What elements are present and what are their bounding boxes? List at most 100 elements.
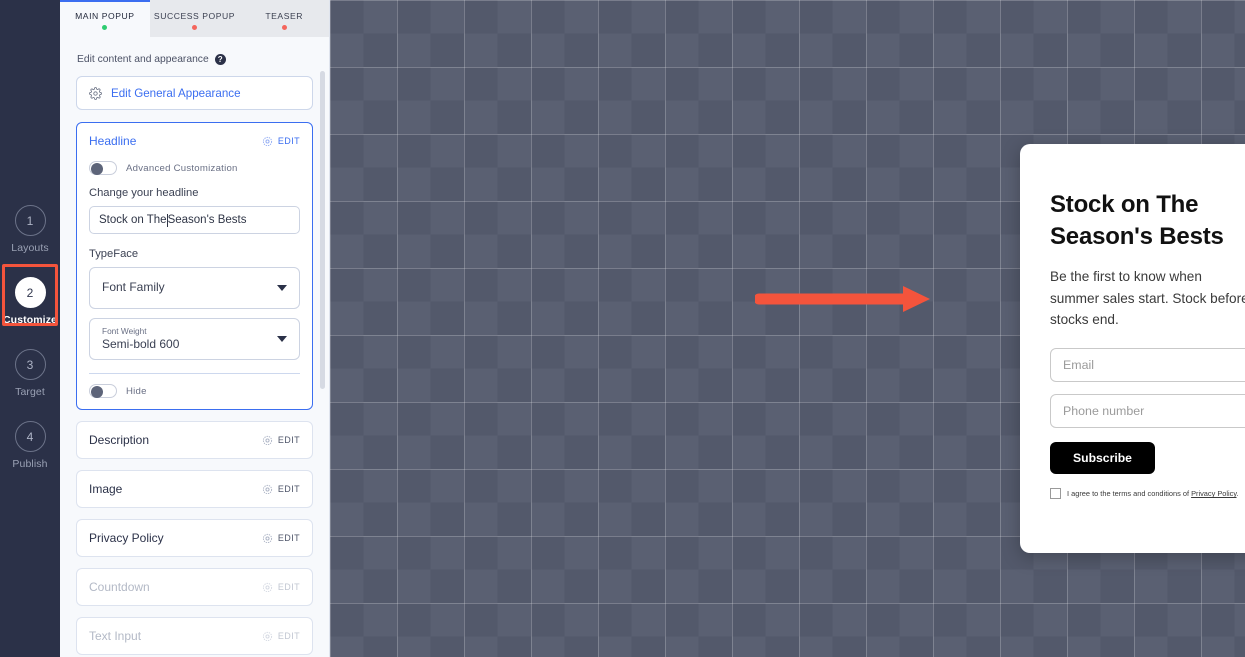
card-privacy-policy[interactable]: Privacy Policy EDIT — [76, 519, 313, 557]
step-number-4: 4 — [14, 421, 46, 452]
card-text-input-edit-label: EDIT — [277, 631, 300, 641]
popup-consent-row: I agree to the terms and conditions of P… — [1050, 488, 1245, 500]
typeface-label: TypeFace — [89, 248, 139, 260]
card-image[interactable]: Image EDIT — [76, 470, 313, 508]
toggle-knob — [91, 163, 103, 175]
card-countdown-edit-button[interactable]: EDIT — [262, 582, 300, 593]
font-family-value: Font Family — [102, 280, 165, 295]
step-number-1: 1 — [14, 205, 46, 236]
font-family-select[interactable]: Font Family — [89, 267, 300, 309]
annotation-arrow-icon — [755, 286, 930, 312]
gear-icon — [89, 86, 102, 100]
editor-panel: MAIN POPUP SUCCESS POPUP TEASER Edit con… — [60, 0, 330, 657]
edit-general-appearance-label: Edit General Appearance — [111, 86, 241, 100]
card-image-row[interactable]: Image EDIT — [77, 471, 312, 507]
gear-icon — [262, 631, 272, 641]
hide-label: Hide — [126, 385, 147, 397]
preview-canvas: Stock on The Season's Bests Be the first… — [330, 0, 1245, 657]
card-privacy-policy-edit-label: EDIT — [277, 533, 300, 543]
tab-main-popup-label: MAIN POPUP — [75, 10, 135, 21]
headline-input[interactable]: Stock on The Season's Bests — [89, 206, 300, 234]
step-label-publish: Publish — [12, 458, 48, 470]
tab-main-popup[interactable]: MAIN POPUP — [60, 0, 150, 37]
popup-builder-app: 1 Layouts 2 Customize 3 Target 4 Publish… — [0, 0, 1245, 657]
step-item-publish[interactable]: 4 Publish — [0, 421, 60, 493]
status-dot-icon-main — [102, 24, 108, 30]
step-label-customize: Customize — [3, 314, 57, 326]
card-countdown[interactable]: Countdown EDIT — [76, 568, 313, 606]
chevron-down-icon — [277, 336, 287, 342]
card-privacy-policy-edit-button[interactable]: EDIT — [262, 533, 300, 544]
card-countdown-edit-label: EDIT — [277, 582, 300, 592]
status-dot-icon-teaser — [281, 24, 287, 30]
card-headline-edit-label: EDIT — [277, 136, 300, 146]
popup-email-input[interactable]: Email — [1050, 348, 1245, 383]
font-weight-select[interactable]: Font Weight Semi-bold 600 — [89, 318, 300, 360]
card-text-input-edit-button[interactable]: EDIT — [262, 631, 300, 642]
edit-general-appearance-button[interactable]: Edit General Appearance — [76, 76, 313, 110]
hide-row: Hide — [89, 374, 300, 409]
step-number-2: 2 — [14, 277, 46, 308]
hide-toggle[interactable] — [89, 384, 117, 398]
status-dot-icon-success — [192, 24, 197, 30]
popup-description: Be the first to know when summer sales s… — [1050, 269, 1245, 327]
tab-teaser-label: TEASER — [265, 10, 304, 21]
tab-success-popup-label: SUCCESS POPUP — [153, 10, 236, 21]
popup-headline: Stock on The Season's Bests — [1050, 191, 1224, 250]
card-text-input-title: Text Input — [89, 629, 142, 643]
headline-input-value-before: Stock on The — [99, 214, 167, 226]
card-headline-content: Advanced Customization Change your headl… — [77, 159, 312, 409]
advanced-customization-row: Advanced Customization — [89, 159, 300, 187]
card-image-edit-label: EDIT — [277, 484, 300, 494]
card-headline-edit-button[interactable]: EDIT — [262, 136, 300, 147]
step-label-target: Target — [15, 386, 45, 398]
popup-privacy-policy-link[interactable]: Privacy Policy — [1191, 489, 1236, 498]
card-privacy-policy-row[interactable]: Privacy Policy EDIT — [77, 520, 312, 556]
panel-scrollbar[interactable] — [320, 71, 325, 389]
step-item-layouts[interactable]: 1 Layouts — [0, 205, 60, 277]
popup-consent-text: I agree to the terms and conditions of P… — [1067, 489, 1239, 498]
step-number-3: 3 — [14, 349, 46, 380]
tab-success-popup[interactable]: SUCCESS POPUP — [149, 0, 240, 37]
popup-phone-input[interactable]: Phone number — [1050, 394, 1245, 429]
step-item-target[interactable]: 3 Target — [0, 349, 60, 421]
advanced-customization-label: Advanced Customization — [126, 162, 238, 174]
card-image-edit-button[interactable]: EDIT — [262, 484, 300, 495]
gear-icon — [262, 582, 272, 592]
font-family-texts: Font Family — [102, 280, 165, 296]
font-weight-value: Semi-bold 600 — [102, 336, 180, 351]
toggle-knob — [91, 386, 103, 398]
step-rail: 1 Layouts 2 Customize 3 Target 4 Publish — [0, 0, 60, 657]
card-image-title: Image — [89, 482, 123, 496]
card-text-input-row[interactable]: Text Input EDIT — [77, 618, 312, 654]
advanced-customization-toggle[interactable] — [89, 161, 117, 175]
popup-phone-placeholder: Phone number — [1063, 404, 1145, 419]
card-countdown-title: Countdown — [89, 580, 150, 594]
card-description-row[interactable]: Description EDIT — [77, 422, 312, 458]
panel-body: Edit content and appearance ? Edit Gener… — [60, 37, 329, 657]
popup-consent-suffix: . — [1236, 489, 1239, 499]
popup-consent-checkbox[interactable] — [1050, 488, 1061, 500]
help-icon[interactable]: ? — [214, 54, 226, 65]
chevron-down-icon — [277, 285, 287, 291]
step-label-layouts: Layouts — [11, 242, 49, 254]
font-weight-caption: Font Weight — [102, 325, 147, 336]
gear-icon — [262, 435, 272, 445]
gear-icon — [262, 136, 272, 146]
card-headline: Headline EDIT Advanced Customization Cha… — [76, 122, 313, 410]
step-item-customize[interactable]: 2 Customize — [0, 277, 60, 349]
card-countdown-row[interactable]: Countdown EDIT — [77, 569, 312, 605]
card-description[interactable]: Description EDIT — [76, 421, 313, 459]
panel-section-title: Edit content and appearance — [77, 54, 209, 65]
popup-email-placeholder: Email — [1063, 358, 1094, 373]
popup-subscribe-button[interactable]: Subscribe — [1050, 442, 1155, 475]
step-list: 1 Layouts 2 Customize 3 Target 4 Publish — [0, 0, 60, 493]
card-headline-header[interactable]: Headline EDIT — [77, 123, 312, 159]
tab-teaser[interactable]: TEASER — [239, 0, 330, 37]
panel-section-header: Edit content and appearance ? — [77, 54, 313, 65]
popup-preview: Stock on The Season's Bests Be the first… — [1020, 144, 1245, 553]
popup-content: Stock on The Season's Bests Be the first… — [1020, 144, 1245, 553]
font-weight-wrap: Font Weight Semi-bold 600 — [89, 318, 300, 360]
card-description-edit-button[interactable]: EDIT — [262, 435, 300, 446]
card-text-input[interactable]: Text Input EDIT — [76, 617, 313, 655]
